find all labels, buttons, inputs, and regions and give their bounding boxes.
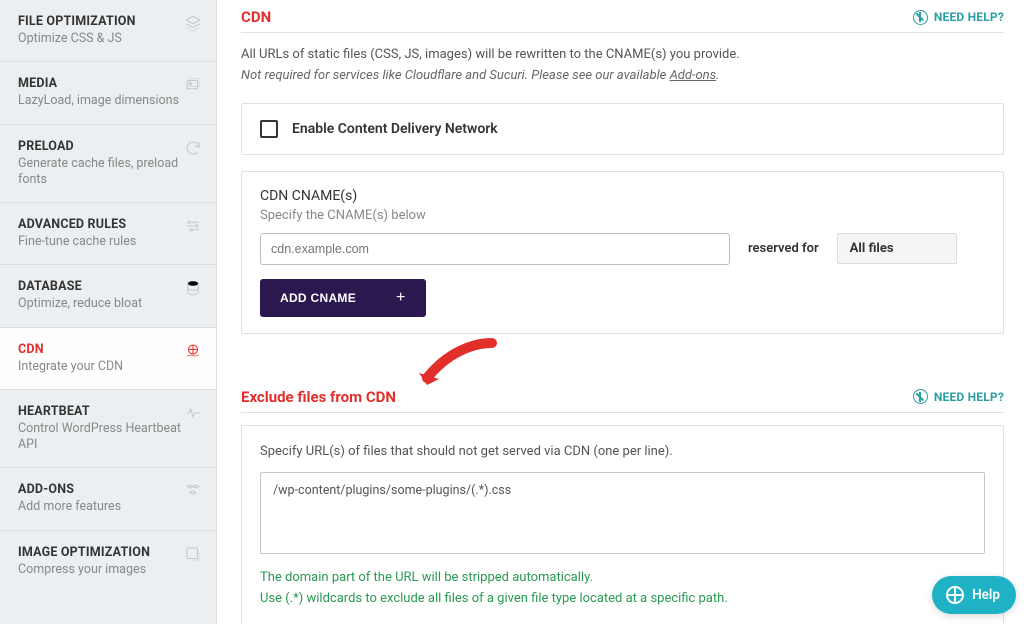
compress-image-icon: [184, 545, 202, 563]
need-help-link[interactable]: NEED HELP?: [913, 10, 1004, 25]
nav-sub: LazyLoad, image dimensions: [18, 93, 200, 109]
cname-input[interactable]: [260, 233, 730, 265]
enable-cdn-checkbox[interactable]: [260, 120, 278, 138]
heartbeat-icon: [184, 404, 202, 422]
sidebar-item-image-optimization[interactable]: IMAGE OPTIMIZATION Compress your images: [0, 531, 216, 592]
nav-sub: Fine-tune cache rules: [18, 234, 200, 250]
cdn-description-note: Not required for services like Cloudflar…: [241, 66, 1004, 87]
exclude-hint: The domain part of the URL will be strip…: [260, 568, 985, 610]
exclude-description: Specify URL(s) of files that should not …: [260, 442, 985, 463]
section-title: CDN: [241, 8, 271, 26]
help-fab-button[interactable]: Help: [932, 576, 1016, 614]
need-help-label: NEED HELP?: [934, 390, 1004, 404]
lifebuoy-icon: [913, 389, 928, 404]
nav-title: PRELOAD: [18, 139, 200, 154]
cubes-icon: [184, 482, 202, 500]
add-cname-button[interactable]: ADD CNAME +: [260, 279, 426, 317]
refresh-icon: [184, 139, 202, 157]
nav-title: MEDIA: [18, 76, 200, 91]
reserved-for-label: reserved for: [748, 241, 819, 256]
sidebar-item-media[interactable]: MEDIA LazyLoad, image dimensions: [0, 62, 216, 124]
cname-sub: Specify the CNAME(s) below: [260, 208, 985, 223]
cname-box: CDN CNAME(s) Specify the CNAME(s) below …: [241, 171, 1004, 334]
nav-title: HEARTBEAT: [18, 404, 200, 419]
section-header-exclude: Exclude files from CDN NEED HELP?: [241, 380, 1004, 413]
nav-sub: Generate cache files, preload fonts: [18, 156, 200, 189]
reserved-for-select[interactable]: All files: [837, 233, 957, 264]
nav-title: IMAGE OPTIMIZATION: [18, 545, 200, 560]
enable-cdn-box: Enable Content Delivery Network: [241, 103, 1004, 155]
add-ons-link[interactable]: Add-ons: [670, 68, 717, 83]
sidebar-item-advanced-rules[interactable]: ADVANCED RULES Fine-tune cache rules: [0, 203, 216, 265]
lifebuoy-icon: [946, 586, 964, 604]
globe-icon: [184, 342, 202, 360]
exclude-files-textarea[interactable]: [260, 472, 985, 554]
sidebar-item-file-optimization[interactable]: FILE OPTIMIZATION Optimize CSS & JS: [0, 0, 216, 62]
nav-sub: Optimize, reduce bloat: [18, 296, 200, 312]
exclude-box: Specify URL(s) of files that should not …: [241, 425, 1004, 624]
cname-title: CDN CNAME(s): [260, 188, 985, 204]
sidebar-item-database[interactable]: DATABASE Optimize, reduce bloat: [0, 265, 216, 327]
section-title: Exclude files from CDN: [241, 388, 396, 406]
cdn-description: All URLs of static files (CSS, JS, image…: [241, 45, 1004, 66]
enable-cdn-label: Enable Content Delivery Network: [292, 121, 498, 137]
nav-title: FILE OPTIMIZATION: [18, 14, 200, 29]
need-help-label: NEED HELP?: [934, 10, 1004, 24]
sidebar: FILE OPTIMIZATION Optimize CSS & JS MEDI…: [0, 0, 217, 624]
need-help-link[interactable]: NEED HELP?: [913, 389, 1004, 404]
add-cname-label: ADD CNAME: [280, 291, 356, 305]
main-content: CDN NEED HELP? All URLs of static files …: [217, 0, 1024, 624]
sidebar-item-add-ons[interactable]: ADD-ONS Add more features: [0, 468, 216, 530]
sidebar-item-preload[interactable]: PRELOAD Generate cache files, preload fo…: [0, 125, 216, 204]
nav-sub: Compress your images: [18, 562, 200, 578]
sidebar-item-heartbeat[interactable]: HEARTBEAT Control WordPress Heartbeat AP…: [0, 390, 216, 469]
nav-title: DATABASE: [18, 279, 200, 294]
sliders-icon: [184, 217, 202, 235]
images-icon: [184, 76, 202, 94]
nav-title: CDN: [18, 342, 200, 357]
nav-title: ADVANCED RULES: [18, 217, 200, 232]
nav-sub: Integrate your CDN: [18, 359, 200, 375]
lifebuoy-icon: [913, 10, 928, 25]
help-fab-label: Help: [972, 587, 1000, 603]
nav-sub: Add more features: [18, 499, 200, 515]
sidebar-item-cdn[interactable]: CDN Integrate your CDN: [0, 328, 216, 390]
section-header-cdn: CDN NEED HELP?: [241, 0, 1004, 33]
nav-sub: Optimize CSS & JS: [18, 31, 200, 47]
database-icon: [184, 279, 202, 297]
nav-title: ADD-ONS: [18, 482, 200, 497]
layers-icon: [184, 14, 202, 32]
plus-icon: +: [396, 289, 406, 307]
nav-sub: Control WordPress Heartbeat API: [18, 421, 200, 454]
